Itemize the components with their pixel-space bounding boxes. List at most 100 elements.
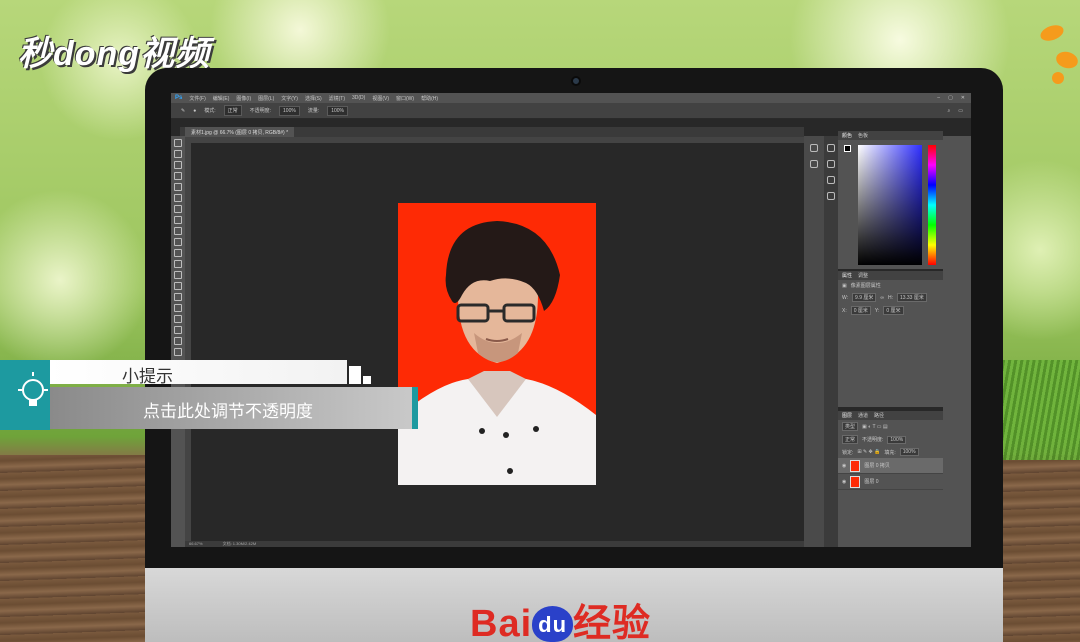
foreground-color-swatch[interactable] xyxy=(844,145,851,152)
stamp-tool-icon[interactable] xyxy=(174,227,182,235)
hue-slider[interactable] xyxy=(928,145,936,265)
properties-panel-tabs: 属性 调整 xyxy=(838,271,943,280)
menu-edit[interactable]: 编辑(E) xyxy=(213,95,230,102)
eyedropper-tool-icon[interactable] xyxy=(174,194,182,202)
eraser-tool-icon[interactable] xyxy=(174,249,182,257)
brush-size-icon[interactable]: ● xyxy=(193,108,196,114)
menu-file[interactable]: 文件(F) xyxy=(189,95,205,102)
shape-tool-icon[interactable] xyxy=(174,326,182,334)
maximize-icon[interactable]: ▢ xyxy=(948,95,953,101)
menu-view[interactable]: 视图(V) xyxy=(372,95,389,102)
y-label: Y: xyxy=(874,307,880,314)
blend-row: 正常 不透明度: 100% xyxy=(838,433,943,446)
pixel-layer-icon: ▣ xyxy=(842,282,847,289)
layer-opacity-label: 不透明度: xyxy=(862,437,884,443)
menu-help[interactable]: 帮助(H) xyxy=(421,95,438,102)
link-icon[interactable]: ∞ xyxy=(880,295,884,301)
path-select-tool-icon[interactable] xyxy=(174,315,182,323)
gradient-tool-icon[interactable] xyxy=(174,260,182,268)
layer-opacity-field[interactable]: 100% xyxy=(887,435,907,444)
minimize-icon[interactable]: – xyxy=(937,95,940,101)
dodge-tool-icon[interactable] xyxy=(174,282,182,290)
tip-decoration xyxy=(349,366,361,384)
workspace-icon[interactable]: ▭ xyxy=(958,108,963,114)
options-bar: ✎ ● 模式: 正常 不透明度: 100% 流量: 100% ⌕ ▭ xyxy=(171,103,971,119)
menu-window[interactable]: 窗口(W) xyxy=(396,95,414,102)
pen-tool-icon[interactable] xyxy=(174,293,182,301)
mode-label: 模式: xyxy=(204,108,216,114)
eye-icon[interactable]: ◉ xyxy=(842,463,846,469)
w-field[interactable]: 9.9 厘米 xyxy=(852,293,877,302)
properties-panel: 属性 调整 ▣ 像素图层属性 W: 9.9 厘米 ∞ H: 13.33 厘米 X… xyxy=(838,271,943,407)
type-tool-icon[interactable] xyxy=(174,304,182,312)
menu-3d[interactable]: 3D(D) xyxy=(352,95,365,101)
right-dock xyxy=(943,136,971,547)
mode-select[interactable]: 正常 xyxy=(223,105,242,116)
brush-tool-icon[interactable]: ✎ xyxy=(181,108,185,114)
zoom-level[interactable]: 66.67% xyxy=(189,541,203,547)
layer-thumbnail xyxy=(850,475,861,488)
crop-tool-icon[interactable] xyxy=(174,183,182,191)
menu-filter[interactable]: 滤镜(T) xyxy=(329,95,345,102)
lasso-tool-icon[interactable] xyxy=(174,161,182,169)
tool-presets-icon[interactable] xyxy=(827,176,835,184)
layer-filter-row: 类型 ▣ ◐ T ▭ ▤ xyxy=(838,420,943,433)
eye-icon[interactable]: ◉ xyxy=(842,479,846,485)
h-field[interactable]: 13.33 厘米 xyxy=(896,293,927,302)
filter-icons[interactable]: ▣ ◐ T ▭ ▤ xyxy=(862,424,888,430)
tab-layers[interactable]: 图层 xyxy=(842,412,852,419)
history-brush-tool-icon[interactable] xyxy=(174,238,182,246)
x-field[interactable]: 0 厘米 xyxy=(850,306,871,315)
collapsed-panels-right xyxy=(824,136,838,547)
hand-tool-icon[interactable] xyxy=(174,337,182,345)
zoom-tool-icon[interactable] xyxy=(174,348,182,356)
brush-tool-icon[interactable] xyxy=(174,216,182,224)
healing-tool-icon[interactable] xyxy=(174,205,182,213)
status-bar: 66.67% 文档: 1.30M/2.42M xyxy=(185,541,804,547)
fill-label: 填充: xyxy=(884,449,896,456)
tab-adjustments[interactable]: 调整 xyxy=(858,272,868,279)
tab-swatches[interactable]: 色板 xyxy=(858,132,868,139)
x-label: X: xyxy=(842,307,847,314)
blend-mode-select[interactable]: 正常 xyxy=(842,435,859,444)
quick-select-tool-icon[interactable] xyxy=(174,172,182,180)
tab-paths[interactable]: 路径 xyxy=(874,412,884,419)
blur-tool-icon[interactable] xyxy=(174,271,182,279)
color-panel-tabs: 颜色 色板 xyxy=(838,131,943,140)
search-icon[interactable]: ⌕ xyxy=(947,108,950,114)
flow-field[interactable]: 100% xyxy=(327,105,349,116)
menu-layer[interactable]: 图层(L) xyxy=(258,95,274,102)
info-panel-icon[interactable] xyxy=(810,160,818,168)
color-field[interactable] xyxy=(858,145,922,265)
lock-icons[interactable]: ⊞ ✎ ✥ 🔒 xyxy=(857,449,880,455)
camera-icon xyxy=(571,76,581,86)
close-icon[interactable]: ✕ xyxy=(961,95,965,101)
move-tool-icon[interactable] xyxy=(174,139,182,147)
tab-color[interactable]: 颜色 xyxy=(842,132,852,139)
tab-channels[interactable]: 通道 xyxy=(858,412,868,419)
3d-panel-icon[interactable] xyxy=(827,192,835,200)
portrait-photo[interactable] xyxy=(398,203,596,485)
baidu-jingyan-logo: Bai du 经验 xyxy=(470,592,651,642)
lock-label: 锁定: xyxy=(842,449,854,456)
menu-type[interactable]: 文字(Y) xyxy=(281,95,298,102)
lock-row: 锁定: ⊞ ✎ ✥ 🔒 填充: 100% xyxy=(838,446,943,458)
layer-row[interactable]: ◉ 图层 0 拷贝 xyxy=(838,458,943,474)
tab-properties[interactable]: 属性 xyxy=(842,272,852,279)
menu-image[interactable]: 图像(I) xyxy=(236,95,251,102)
layer-row[interactable]: ◉ 图层 0 xyxy=(838,474,943,490)
document-tab[interactable]: 素材1.jpg @ 66.7% (图层 0 拷贝, RGB/8#) * xyxy=(185,127,295,137)
layers-panel: 图层 通道 路径 类型 ▣ ◐ T ▭ ▤ 正常 不透明度: 100% 锁定: … xyxy=(838,411,943,547)
properties-title-row: ▣ 像素图层属性 xyxy=(838,280,943,291)
marquee-tool-icon[interactable] xyxy=(174,150,182,158)
history-panel-icon[interactable] xyxy=(810,144,818,152)
color-panel: 颜色 色板 xyxy=(838,131,943,269)
paragraph-panel-icon[interactable] xyxy=(827,160,835,168)
layer-thumbnail xyxy=(850,459,861,472)
y-field[interactable]: 0 厘米 xyxy=(883,306,904,315)
menu-select[interactable]: 选择(S) xyxy=(305,95,322,102)
fill-field[interactable]: 100% xyxy=(899,448,919,456)
character-panel-icon[interactable] xyxy=(827,144,835,152)
opacity-field[interactable]: 100% xyxy=(279,105,300,116)
layer-kind-select[interactable]: 类型 xyxy=(842,422,859,431)
